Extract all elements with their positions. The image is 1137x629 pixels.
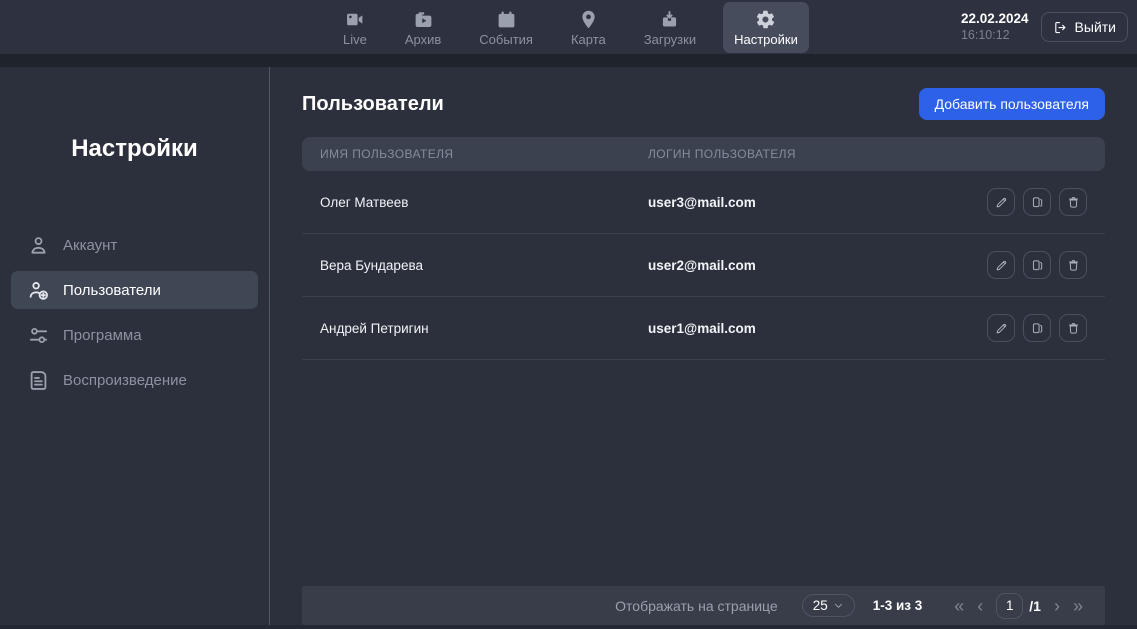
user-login: user1@mail.com — [648, 321, 987, 336]
delete-user-button[interactable] — [1059, 188, 1087, 216]
copy-user-button[interactable] — [1023, 251, 1051, 279]
main-nav: Live Архив События Карта Загрузки — [332, 0, 809, 54]
logout-button[interactable]: Выйти — [1041, 12, 1128, 42]
sidebar-item-label: Воспроизведение — [63, 372, 187, 389]
last-page-button[interactable]: » — [1073, 597, 1083, 615]
range-text: 1-3 из 3 — [873, 598, 923, 613]
video-camera-icon — [344, 9, 365, 30]
bottom-strip — [0, 625, 1137, 629]
users-icon — [27, 279, 50, 302]
logout-label: Выйти — [1075, 19, 1116, 35]
edit-user-button[interactable] — [987, 314, 1015, 342]
user-login: user3@mail.com — [648, 195, 987, 210]
map-pin-icon — [578, 9, 599, 30]
copy-icon — [1030, 195, 1045, 210]
chevron-down-icon — [833, 600, 844, 611]
nav-item-settings[interactable]: Настройки — [723, 2, 809, 53]
sidebar-item-label: Программа — [63, 327, 142, 344]
user-name: Андрей Петригин — [320, 321, 648, 336]
archive-folder-icon — [413, 9, 434, 30]
user-name: Вера Бундарева — [320, 258, 648, 273]
logout-icon — [1053, 20, 1068, 35]
topbar: Live Архив События Карта Загрузки — [0, 0, 1137, 54]
trash-icon — [1066, 321, 1081, 336]
delete-user-button[interactable] — [1059, 314, 1087, 342]
sidebar-item-account[interactable]: Аккаунт — [11, 226, 258, 264]
nav-item-label: События — [479, 33, 533, 46]
nav-item-label: Карта — [571, 33, 606, 46]
sidebar-item-program[interactable]: Программа — [11, 316, 258, 354]
current-page-input[interactable]: 1 — [996, 593, 1023, 619]
pager: « ‹ 1 /1 › » — [954, 593, 1083, 619]
copy-user-button[interactable] — [1023, 188, 1051, 216]
nav-item-label: Live — [343, 33, 367, 46]
topbar-right: 22.02.2024 16:10:12 Выйти — [961, 0, 1128, 54]
pencil-icon — [994, 321, 1009, 336]
datetime: 22.02.2024 16:10:12 — [961, 11, 1029, 44]
nav-item-label: Настройки — [734, 33, 798, 46]
add-user-button[interactable]: Добавить пользователя — [919, 88, 1105, 120]
edit-user-button[interactable] — [987, 251, 1015, 279]
account-icon — [27, 234, 50, 257]
table-footer: Отображать на странице 25 1-3 из 3 « ‹ 1… — [302, 586, 1105, 625]
row-actions — [987, 314, 1087, 342]
sidebar-menu: Аккаунт Пользователи Программа Воспроизв… — [0, 226, 269, 399]
page-title: Пользователи — [302, 93, 444, 116]
copy-icon — [1030, 321, 1045, 336]
per-page-value: 25 — [813, 598, 828, 613]
per-page-select[interactable]: 25 — [802, 594, 855, 617]
topbar-separator — [0, 54, 1137, 67]
calendar-icon — [496, 9, 517, 30]
trash-icon — [1066, 258, 1081, 273]
pencil-icon — [994, 195, 1009, 210]
nav-item-archive[interactable]: Архив — [394, 2, 452, 53]
nav-item-live[interactable]: Live — [332, 2, 378, 53]
sidebar-item-playback[interactable]: Воспроизведение — [11, 361, 258, 399]
user-name: Олег Матвеев — [320, 195, 648, 210]
table-header: ИМЯ ПОЛЬЗОВАТЕЛЯ ЛОГИН ПОЛЬЗОВАТЕЛЯ — [302, 137, 1105, 171]
sidebar-item-label: Пользователи — [63, 282, 161, 299]
sidebar-item-users[interactable]: Пользователи — [11, 271, 258, 309]
first-page-button[interactable]: « — [954, 597, 964, 615]
row-actions — [987, 188, 1087, 216]
copy-icon — [1030, 258, 1045, 273]
current-time: 16:10:12 — [961, 28, 1029, 44]
copy-user-button[interactable] — [1023, 314, 1051, 342]
download-icon — [659, 9, 680, 30]
delete-user-button[interactable] — [1059, 251, 1087, 279]
users-panel: Пользователи Добавить пользователя ИМЯ П… — [270, 67, 1137, 629]
panel-header: Пользователи Добавить пользователя — [302, 88, 1105, 120]
sidebar-title: Настройки — [0, 135, 269, 163]
current-date: 22.02.2024 — [961, 11, 1029, 28]
nav-item-downloads[interactable]: Загрузки — [633, 2, 707, 53]
per-page-label: Отображать на странице — [615, 598, 778, 614]
gear-icon — [755, 9, 776, 30]
sidebar-item-label: Аккаунт — [63, 237, 117, 254]
nav-item-events[interactable]: События — [468, 2, 544, 53]
user-login: user2@mail.com — [648, 258, 987, 273]
prev-page-button[interactable]: ‹ — [977, 597, 983, 615]
playback-doc-icon — [27, 369, 50, 392]
content: Настройки Аккаунт Пользователи Программа… — [0, 67, 1137, 629]
nav-item-map[interactable]: Карта — [560, 2, 617, 53]
total-pages: /1 — [1029, 598, 1041, 614]
sliders-icon — [27, 324, 50, 347]
trash-icon — [1066, 195, 1081, 210]
table-row: Олег Матвеев user3@mail.com — [302, 171, 1105, 234]
pencil-icon — [994, 258, 1009, 273]
next-page-button[interactable]: › — [1054, 597, 1060, 615]
edit-user-button[interactable] — [987, 188, 1015, 216]
nav-item-label: Архив — [405, 33, 441, 46]
column-header-login: ЛОГИН ПОЛЬЗОВАТЕЛЯ — [648, 147, 1087, 161]
settings-sidebar: Настройки Аккаунт Пользователи Программа… — [0, 67, 270, 629]
table-row: Вера Бундарева user2@mail.com — [302, 234, 1105, 297]
nav-item-label: Загрузки — [644, 33, 696, 46]
column-header-name: ИМЯ ПОЛЬЗОВАТЕЛЯ — [320, 147, 648, 161]
table-row: Андрей Петригин user1@mail.com — [302, 297, 1105, 360]
row-actions — [987, 251, 1087, 279]
